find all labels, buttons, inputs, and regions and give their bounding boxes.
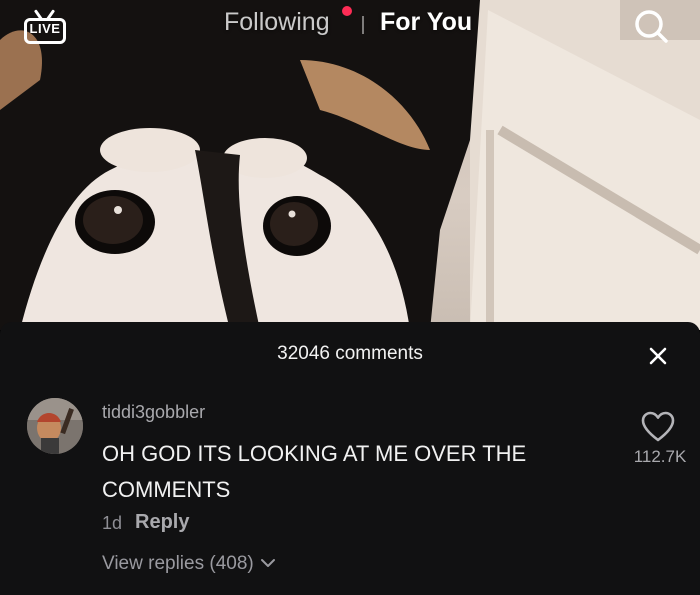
tab-following[interactable]: Following [224,8,330,37]
comment-text: OH GOD ITS LOOKING AT ME OVER THE COMMEN… [102,441,527,502]
live-button[interactable]: LIVE [22,6,72,46]
reply-button[interactable]: Reply [135,511,189,534]
like-count: 112.7K [633,447,687,466]
comment-username[interactable]: tiddi3gobbler [102,402,205,423]
close-icon [649,347,667,365]
close-comments-button[interactable] [645,343,671,369]
notification-dot [342,6,352,16]
view-replies-button[interactable]: View replies (408) [102,553,276,575]
tab-divider [362,16,364,34]
like-button[interactable] [640,410,676,444]
comments-sheet: 32046 comments tiddi3gobbler OH GOD ITS … [0,322,700,595]
commenter-avatar[interactable] [27,398,83,454]
heart-outline-icon [641,411,675,442]
chevron-down-icon [260,553,276,575]
search-icon [635,10,668,43]
view-replies-label: View replies (408) [102,553,254,575]
tab-for-you[interactable]: For You [380,8,472,37]
comments-count-title: 32046 comments [277,343,423,364]
search-button[interactable] [631,6,671,46]
comment-timestamp: 1d [102,513,123,533]
avatar-image [27,398,83,454]
live-label: LIVE [29,21,61,36]
top-nav: LIVE Following For You [0,0,700,52]
